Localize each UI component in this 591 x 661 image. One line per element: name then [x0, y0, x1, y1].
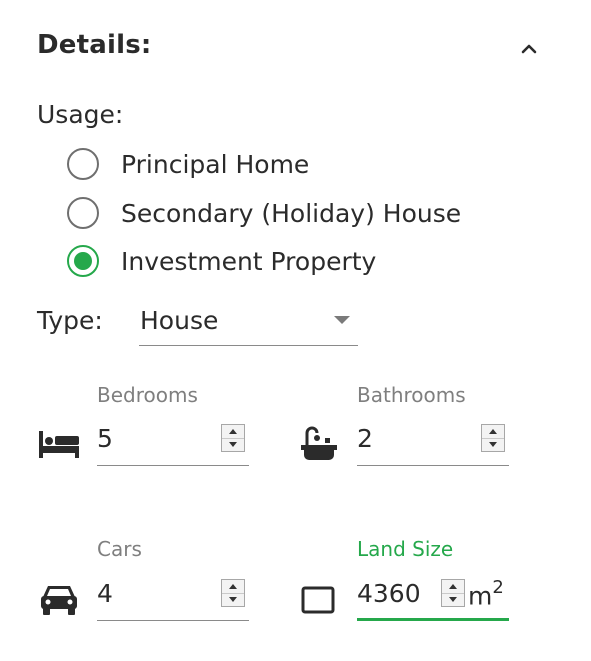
radio-button[interactable]	[67, 197, 99, 229]
radio-label: Secondary (Holiday) House	[121, 198, 462, 228]
details-panel: Details: Usage: Principal Home Secondary…	[0, 0, 591, 661]
bathrooms-spinner[interactable]	[481, 424, 505, 452]
radio-button-selected[interactable]	[67, 245, 99, 277]
bedrooms-spinner[interactable]	[221, 424, 245, 452]
cars-spinner[interactable]	[221, 579, 245, 607]
decrement-button[interactable]	[442, 593, 464, 606]
type-select-value: House	[140, 306, 219, 335]
spin-up-icon	[229, 429, 237, 434]
decrement-button[interactable]	[222, 438, 244, 451]
bedrooms-value: 5	[97, 424, 113, 453]
land-size-unit: m2	[468, 577, 504, 611]
bathtub-icon	[298, 424, 340, 464]
spin-up-icon	[229, 584, 237, 589]
cars-label: Cars	[97, 537, 142, 561]
bedrooms-label: Bedrooms	[97, 383, 198, 407]
land-size-value: 4360	[357, 579, 421, 608]
land-size-label: Land Size	[357, 537, 454, 561]
bathrooms-label: Bathrooms	[357, 383, 466, 407]
area-square-icon	[300, 585, 336, 615]
dropdown-arrow-icon	[334, 316, 350, 324]
increment-button[interactable]	[482, 425, 504, 439]
land-size-input[interactable]: 4360 m2	[357, 577, 509, 621]
increment-button[interactable]	[442, 580, 464, 594]
details-title: Details:	[37, 30, 152, 60]
land-size-spinner[interactable]	[441, 579, 465, 607]
spin-down-icon	[449, 597, 457, 602]
increment-button[interactable]	[222, 425, 244, 439]
bathrooms-value: 2	[357, 424, 373, 453]
usage-label: Usage:	[37, 100, 124, 129]
radio-selected-dot	[74, 252, 92, 270]
chevron-up-icon	[521, 44, 537, 54]
cars-input[interactable]: 4	[97, 577, 249, 621]
radio-label: Principal Home	[121, 149, 310, 179]
radio-principal-home[interactable]: Principal Home	[67, 144, 309, 184]
radio-button[interactable]	[67, 148, 99, 180]
collapse-button[interactable]	[514, 34, 544, 64]
radio-label: Investment Property	[121, 246, 377, 276]
spin-up-icon	[449, 584, 457, 589]
spin-up-icon	[489, 429, 497, 434]
radio-investment-property[interactable]: Investment Property	[67, 241, 376, 281]
cars-value: 4	[97, 579, 113, 608]
decrement-button[interactable]	[482, 438, 504, 451]
type-label: Type:	[37, 306, 103, 335]
bed-icon	[37, 427, 81, 461]
unit-base: m	[468, 581, 493, 611]
increment-button[interactable]	[222, 580, 244, 594]
unit-exponent: 2	[492, 577, 504, 598]
car-icon	[38, 580, 80, 618]
radio-secondary-house[interactable]: Secondary (Holiday) House	[67, 193, 461, 233]
type-select[interactable]: House	[139, 300, 358, 346]
spin-down-icon	[229, 442, 237, 447]
bathrooms-input[interactable]: 2	[357, 422, 509, 466]
spin-down-icon	[229, 597, 237, 602]
bedrooms-input[interactable]: 5	[97, 422, 249, 466]
decrement-button[interactable]	[222, 593, 244, 606]
spin-down-icon	[489, 442, 497, 447]
